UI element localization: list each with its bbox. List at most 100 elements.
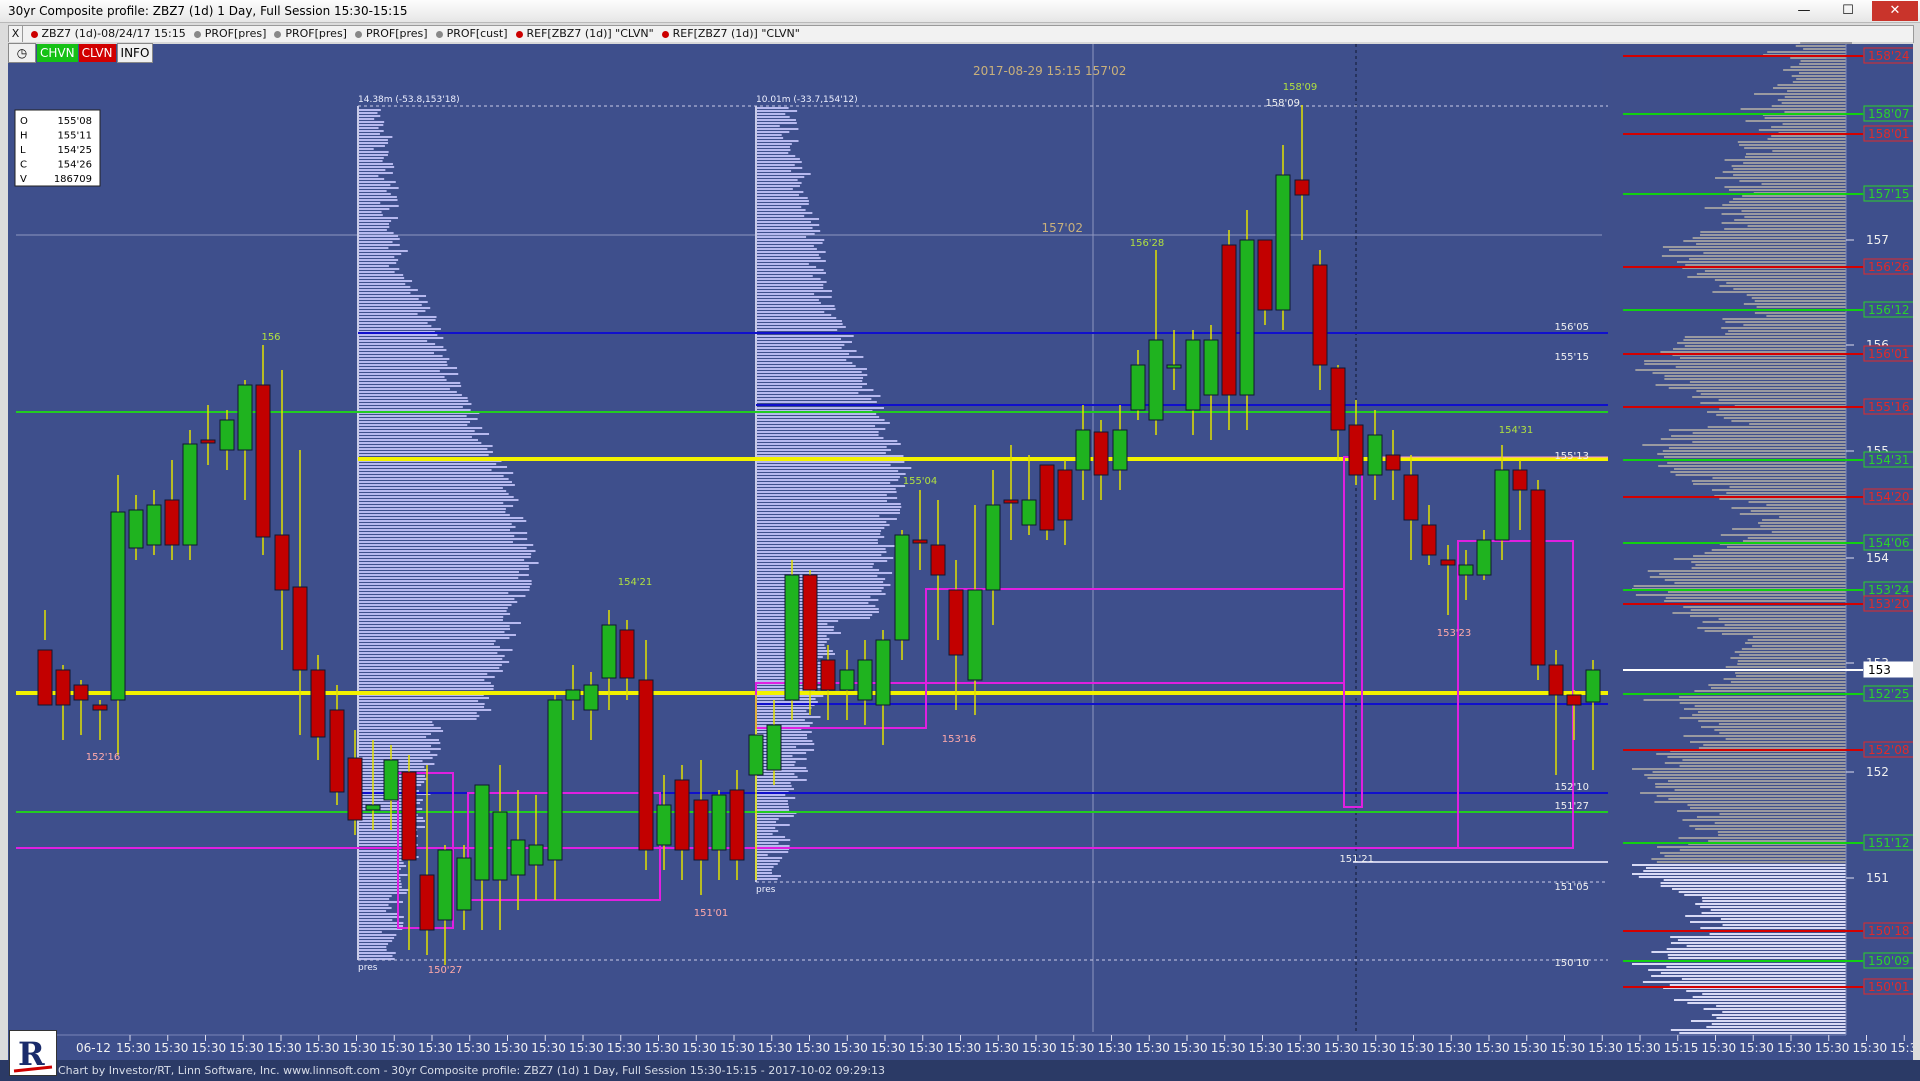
ohlc-key: H <box>20 131 28 142</box>
candle-body <box>401 771 417 861</box>
status-text: Chart by Investor/RT, Linn Software, Inc… <box>58 1064 886 1077</box>
candle[interactable] <box>894 530 910 660</box>
maximize-button[interactable]: ☐ <box>1826 1 1870 21</box>
axis-price-tag-label: 152'08 <box>1868 743 1909 757</box>
time-axis-label: 15:30 <box>871 1041 906 1055</box>
candle-body <box>711 794 727 851</box>
candle-body <box>437 849 453 921</box>
candle-body <box>1021 499 1037 526</box>
price-annotation: 152'10 <box>1554 782 1589 793</box>
price-annotation: 153'23 <box>1437 628 1472 639</box>
series-item-label: ZBZ7 (1d)-08/24/17 15:15 <box>41 27 186 40</box>
candle-body <box>1440 559 1456 566</box>
time-axis-label: 15:30 <box>456 1041 491 1055</box>
time-axis-label: 15:30 <box>1437 1041 1472 1055</box>
candle-body <box>1275 174 1291 311</box>
candle-body <box>839 669 855 691</box>
series-item[interactable]: PROF[pres] <box>193 27 271 40</box>
candle-body <box>110 511 126 701</box>
candle-body <box>748 734 764 776</box>
candle-body <box>492 811 508 881</box>
candle-body <box>1548 664 1564 696</box>
candle-body <box>820 659 836 691</box>
candle-body <box>638 679 654 851</box>
profile-header: 10.01m (-33.7,154'12) <box>756 95 858 105</box>
time-axis-label: 15:30 <box>343 1041 378 1055</box>
info-button[interactable]: INFO <box>116 43 154 63</box>
candle-body <box>383 759 399 801</box>
price-annotation: 155'15 <box>1554 352 1589 363</box>
price-annotation: 152'16 <box>86 752 121 763</box>
candle-body <box>200 439 216 444</box>
candle-body <box>274 534 290 591</box>
series-item[interactable]: REF[ZBZ7 (1d)] "CLVN" <box>661 27 804 40</box>
candle-body <box>456 857 472 911</box>
candle-body <box>255 384 271 538</box>
time-axis-label: 15:30 <box>947 1041 982 1055</box>
candle-body <box>1166 364 1182 369</box>
time-axis-label: 15:30 <box>984 1041 1019 1055</box>
time-axis-label: 15:30 <box>1135 1041 1170 1055</box>
candle-body <box>1385 454 1401 471</box>
ohlc-key: V <box>20 174 27 185</box>
candle-body <box>146 504 162 546</box>
profile-footer: pres <box>756 885 776 895</box>
chart-area[interactable]: 14.38m (-53.8,153'18) pres 10.01m (-33.7,1… <box>8 42 1913 1068</box>
time-axis-label: 15:30 <box>607 1041 642 1055</box>
time-axis-label: 15:30 <box>1022 1041 1057 1055</box>
time-axis-label: 15:30 <box>1588 1041 1623 1055</box>
time-axis-label: 15:30 <box>494 1041 529 1055</box>
close-series-icon[interactable]: X <box>9 26 23 42</box>
candle[interactable] <box>784 560 800 720</box>
close-window-button[interactable]: ✕ <box>1872 1 1918 21</box>
time-axis-label: 15:30 <box>1551 1041 1586 1055</box>
series-item-label: PROF[cust] <box>446 27 508 40</box>
series-dot-icon <box>193 30 201 38</box>
time-axis-label: 15:15 <box>1664 1041 1699 1055</box>
series-dot-icon <box>30 30 38 38</box>
candle-body <box>92 704 108 711</box>
candle-body <box>1512 469 1528 491</box>
series-item[interactable]: PROF[cust] <box>435 27 512 40</box>
axis-tick-label: 154 <box>1866 551 1889 565</box>
linn-logo-icon: R <box>9 1030 57 1076</box>
time-axis-label: 06-12 <box>76 1041 111 1055</box>
time-axis-label: 15:30 <box>1249 1041 1284 1055</box>
candle-body <box>128 509 144 549</box>
candle-body <box>1185 339 1201 411</box>
time-axis-label: 15:30 <box>1702 1041 1737 1055</box>
chvn-button[interactable]: CHVN <box>37 44 78 62</box>
candle-body <box>73 684 89 701</box>
candle-body <box>292 586 308 671</box>
series-item-label: PROF[pres] <box>285 27 347 40</box>
clvn-button[interactable]: CLVN <box>78 44 116 62</box>
candle-body <box>912 539 928 544</box>
candle-body <box>875 639 891 706</box>
candle-body <box>1075 429 1091 471</box>
series-item[interactable]: REF[ZBZ7 (1d)] "CLVN" <box>515 27 658 40</box>
candle-body <box>1003 499 1019 504</box>
series-item[interactable]: PROF[pres] <box>354 27 432 40</box>
time-axis-label: 15:30 <box>154 1041 189 1055</box>
candle[interactable] <box>1039 464 1055 540</box>
time-axis-label: 15:30 <box>833 1041 868 1055</box>
candle[interactable] <box>1530 480 1546 680</box>
series-item[interactable]: PROF[pres] <box>274 27 351 40</box>
candle-body <box>1093 431 1109 476</box>
series-bar: X ZBZ7 (1d)-08/24/17 15:15 PROF[pres] PROF… <box>8 25 1914 43</box>
candle-body <box>1348 424 1364 476</box>
candle-body <box>237 384 253 451</box>
candle-body <box>1294 179 1310 196</box>
clock-icon[interactable]: ◷ <box>8 43 36 63</box>
price-annotation: 151'05 <box>1554 882 1589 893</box>
series-item[interactable]: ZBZ7 (1d)-08/24/17 15:15 <box>30 27 190 40</box>
time-axis-label: 15:30 <box>1739 1041 1774 1055</box>
time-axis-label: 15:30 <box>229 1041 264 1055</box>
candle-body <box>857 659 873 701</box>
candle[interactable] <box>182 430 198 560</box>
candle-body <box>674 779 690 851</box>
minimize-button[interactable]: — <box>1782 1 1826 21</box>
candle-body <box>1312 264 1328 366</box>
candle-body <box>365 804 381 811</box>
time-axis-label: 15:30 <box>1853 1041 1888 1055</box>
